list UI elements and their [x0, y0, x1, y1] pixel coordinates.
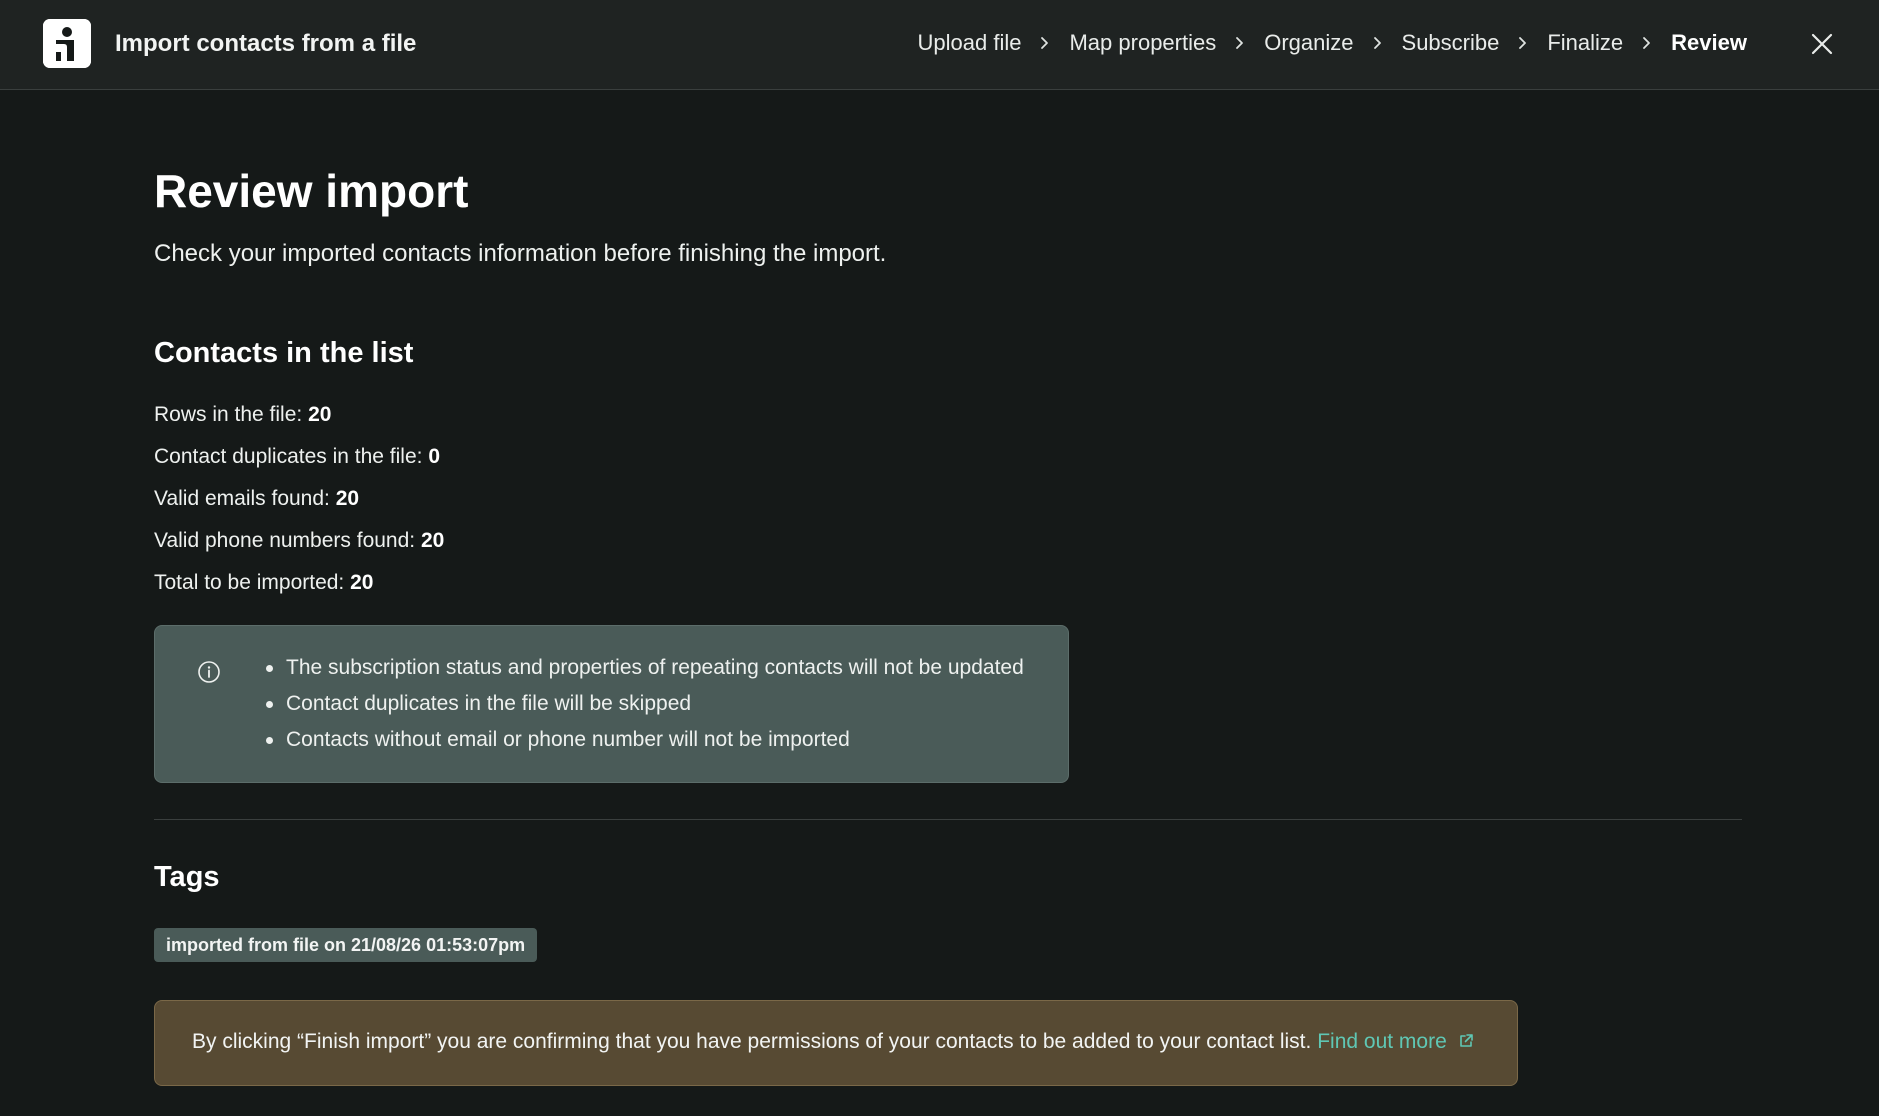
find-out-more-label: Find out more — [1317, 1030, 1447, 1053]
page-description: Check your imported contacts information… — [154, 240, 887, 267]
step-organize: Organize — [1264, 30, 1354, 55]
import-tag-badge: imported from file on 21/08/26 01:53:07p… — [154, 928, 538, 962]
page-title: Review import — [154, 165, 469, 217]
section-divider — [154, 819, 1742, 820]
stat-label: Valid emails found: — [154, 487, 330, 510]
chevron-right-icon — [1236, 37, 1244, 49]
stat-label: Valid phone numbers found: — [154, 529, 416, 552]
stat-label: Total to be imported: — [154, 571, 345, 594]
import-steps-breadcrumb: Upload file Map properties Organize Subs… — [918, 30, 1747, 56]
stat-label: Contact duplicates in the file: — [154, 445, 423, 468]
consent-text-line: By clicking “Finish import” you are conf… — [192, 1030, 1475, 1054]
chevron-right-icon — [1519, 37, 1527, 49]
external-link-icon — [1459, 1034, 1473, 1047]
stat-valid-emails: Valid emails found: 20 — [154, 487, 359, 511]
stat-value: 20 — [308, 403, 332, 426]
contacts-section-title: Contacts in the list — [154, 337, 414, 369]
chevron-right-icon — [1041, 37, 1049, 49]
close-icon — [1811, 33, 1833, 55]
step-review-current: Review — [1671, 30, 1747, 55]
chevron-right-icon — [1643, 37, 1651, 49]
top-bar: Import contacts from a file Upload file … — [0, 0, 1879, 90]
app-logo-icon — [43, 19, 91, 68]
stat-valid-phones: Valid phone numbers found: 20 — [154, 529, 444, 553]
info-notice-box: The subscription status and properties o… — [154, 625, 1069, 783]
stat-value: 0 — [428, 445, 441, 468]
stat-value: 20 — [335, 487, 360, 510]
consent-warning-box: By clicking “Finish import” you are conf… — [154, 1000, 1518, 1086]
stat-label: Rows in the file: — [154, 403, 303, 426]
tags-section-title: Tags — [154, 861, 220, 893]
consent-text: By clicking “Finish import” you are conf… — [192, 1030, 1312, 1053]
find-out-more-link[interactable]: Find out more — [1317, 1030, 1475, 1053]
stat-duplicates: Contact duplicates in the file: 0 — [154, 445, 440, 469]
step-map-properties: Map properties — [1069, 30, 1217, 55]
close-button[interactable] — [1808, 30, 1836, 58]
stat-value: 20 — [420, 529, 445, 552]
step-subscribe: Subscribe — [1401, 30, 1500, 55]
stat-value: 20 — [350, 571, 374, 594]
step-finalize: Finalize — [1547, 30, 1624, 55]
chevron-right-icon — [1373, 37, 1381, 49]
info-icon — [198, 661, 220, 683]
list-item: The subscription status and properties o… — [266, 654, 1024, 690]
stat-total-to-import: Total to be imported: 20 — [154, 571, 373, 595]
step-upload-file: Upload file — [917, 30, 1022, 55]
list-item: Contact duplicates in the file will be s… — [266, 690, 1024, 726]
stat-rows-in-file: Rows in the file: 20 — [154, 403, 331, 427]
list-item: Contacts without email or phone number w… — [266, 726, 1024, 762]
info-notes-list: The subscription status and properties o… — [266, 654, 1024, 762]
app-title: Import contacts from a file — [115, 30, 417, 57]
